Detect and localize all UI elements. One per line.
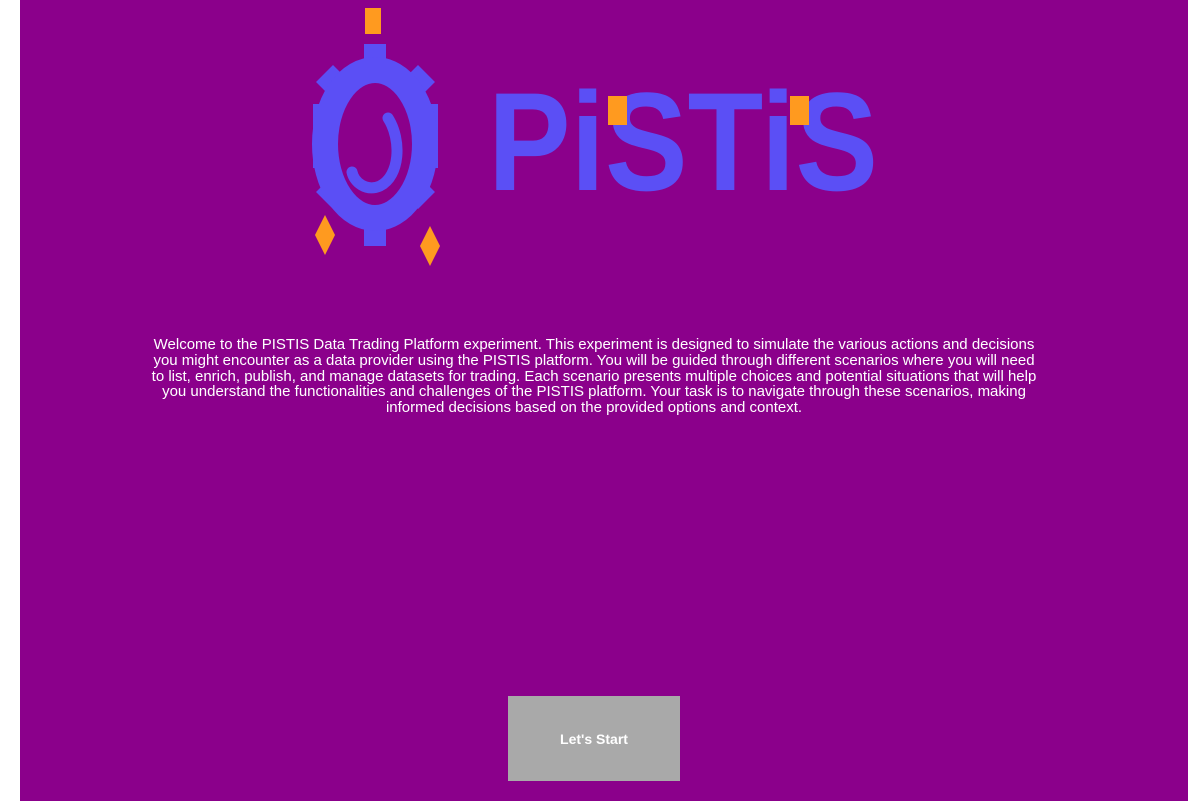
intro-text: Welcome to the PISTIS Data Trading Platf… — [151, 336, 1037, 417]
gear-icon — [312, 8, 440, 266]
wordmark-dot-1 — [608, 96, 627, 125]
wordmark-dot-2 — [790, 96, 809, 125]
lets-start-button[interactable]: Let's Start — [508, 696, 680, 781]
pistis-logo: PiSTiS — [312, 8, 878, 266]
logo-wordmark: PiSTiS — [488, 63, 878, 220]
experiment-canvas: PiSTiS Welcome to the PISTIS Data Tradin… — [20, 0, 1188, 801]
